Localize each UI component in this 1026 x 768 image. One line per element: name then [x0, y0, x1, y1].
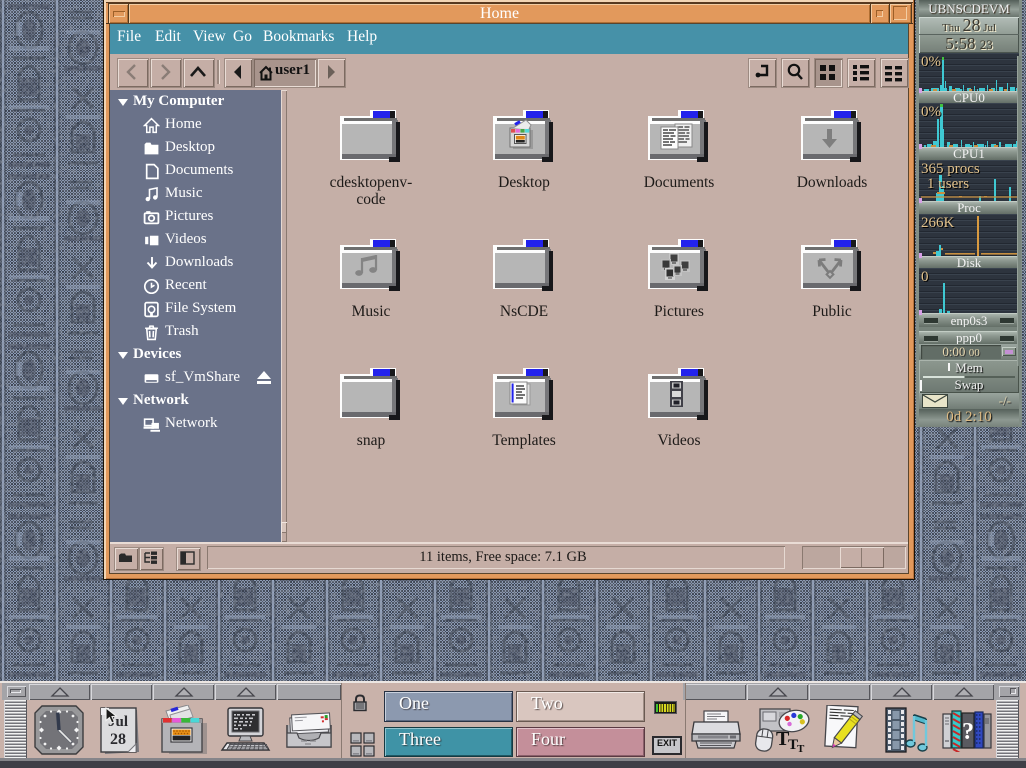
svg-text:T: T	[797, 743, 805, 755]
svg-text:28: 28	[110, 731, 126, 748]
svg-text:?: ?	[962, 719, 974, 745]
